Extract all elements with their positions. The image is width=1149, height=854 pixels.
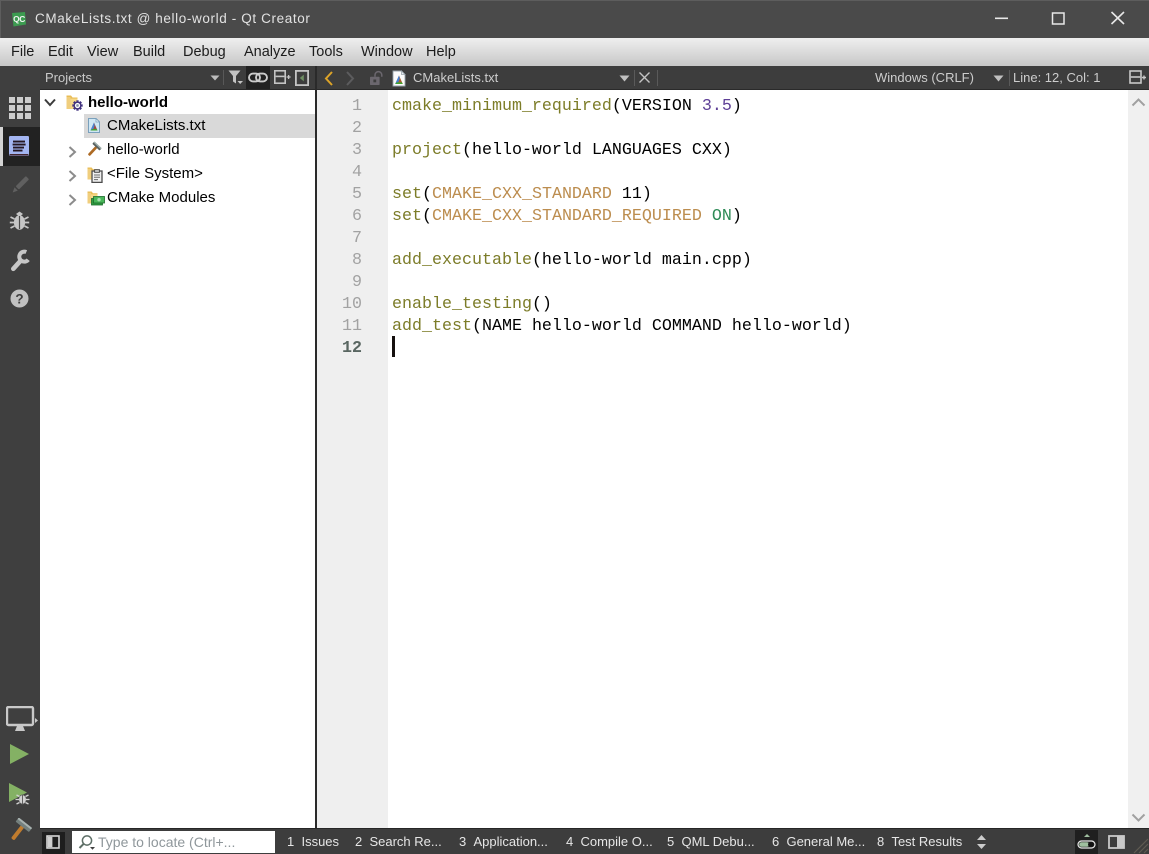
svg-text:QC: QC	[13, 14, 25, 24]
svg-text:?: ?	[15, 291, 23, 306]
